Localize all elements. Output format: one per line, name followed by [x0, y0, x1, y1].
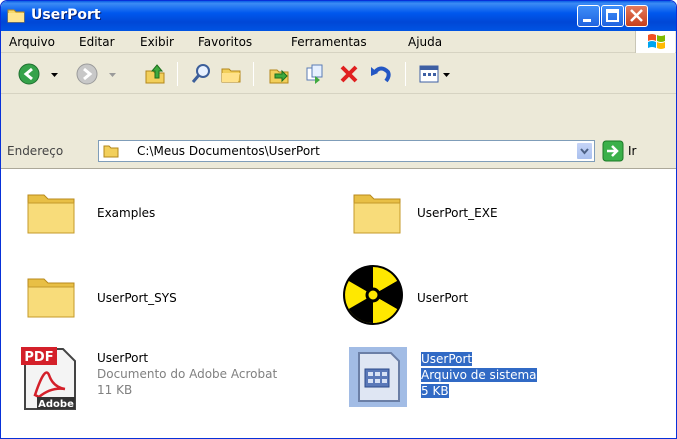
address-dropdown-button[interactable] — [576, 142, 593, 160]
file-item-userport-sys[interactable]: UserPort_SYS — [25, 269, 205, 325]
forward-icon[interactable] — [75, 62, 99, 86]
back-dropdown-icon[interactable] — [49, 62, 61, 86]
menu-bar: Arquivo Editar Exibir Favoritos Ferramen… — [1, 31, 676, 53]
toolbar-separator — [177, 62, 178, 86]
up-folder-icon[interactable] — [143, 62, 167, 86]
maximize-button[interactable] — [601, 5, 624, 27]
undo-icon[interactable] — [369, 62, 393, 86]
folders-icon[interactable] — [219, 62, 243, 86]
file-name: UserPort — [97, 351, 149, 365]
file-item-examples[interactable]: Examples — [25, 185, 185, 241]
file-list: Examples UserPort_EXE UserPort_SYS UserP… — [1, 169, 676, 438]
toolbar — [1, 54, 676, 94]
windows-flag-icon — [648, 34, 665, 49]
minimize-button[interactable] — [577, 5, 600, 27]
close-icon — [630, 9, 643, 22]
address-input[interactable]: C:\Meus Documentos\UserPort — [98, 140, 595, 162]
menu-editar[interactable]: Editar — [79, 35, 115, 49]
folder-icon — [27, 278, 75, 318]
forward-dropdown-icon[interactable] — [107, 62, 119, 86]
window-title: UserPort — [31, 7, 101, 23]
file-item-userport-exe-file[interactable]: UserPort — [341, 263, 541, 329]
file-name: UserPort — [421, 352, 473, 366]
delete-icon[interactable] — [337, 62, 361, 86]
system-file-icon — [349, 347, 407, 407]
menu-favoritos[interactable]: Favoritos — [198, 35, 252, 49]
toolbar-separator — [253, 62, 254, 86]
file-size: 11 KB — [97, 383, 133, 397]
adobe-brand-text: Adobe — [38, 399, 74, 410]
explorer-window: UserPort Arquivo Editar Exibir Favoritos… — [0, 0, 677, 439]
file-description: Documento do Adobe Acrobat — [97, 367, 278, 381]
file-description: Arquivo de sistema — [421, 368, 537, 382]
views-icon[interactable] — [417, 62, 453, 86]
file-size: 5 KB — [421, 384, 449, 398]
file-name: UserPort_EXE — [417, 206, 498, 220]
minimize-icon — [583, 19, 591, 22]
folder-icon — [103, 145, 119, 158]
search-icon[interactable] — [189, 62, 213, 86]
menu-arquivo[interactable]: Arquivo — [9, 35, 55, 49]
copy-to-icon[interactable] — [303, 62, 327, 86]
address-label: Endereço — [7, 144, 64, 158]
chevron-down-icon — [580, 148, 589, 155]
go-button[interactable] — [602, 140, 624, 162]
maximize-icon — [606, 9, 619, 22]
menu-ajuda[interactable]: Ajuda — [408, 35, 442, 49]
address-path: C:\Meus Documentos\UserPort — [137, 144, 320, 158]
pdf-file-icon: PDF Adobe — [21, 347, 76, 410]
move-to-icon[interactable] — [267, 62, 291, 86]
file-name: UserPort — [417, 291, 469, 305]
folder-icon — [27, 194, 75, 234]
windows-logo — [635, 31, 675, 53]
go-label[interactable]: Ir — [628, 144, 636, 158]
toolbar-separator — [405, 62, 406, 86]
address-bar: Endereço C:\Meus Documentos\UserPort Ir — [1, 135, 676, 169]
file-name: UserPort_SYS — [97, 291, 177, 305]
folder-icon — [353, 194, 401, 234]
folder-icon — [7, 9, 25, 23]
menu-ferramentas[interactable]: Ferramentas — [291, 35, 367, 49]
file-item-userport-sys-file[interactable]: UserPort Arquivo de sistema 5 KB — [349, 347, 561, 411]
back-icon[interactable] — [17, 62, 41, 86]
menu-exibir[interactable]: Exibir — [140, 35, 174, 49]
close-button[interactable] — [625, 5, 648, 27]
file-item-userport-pdf[interactable]: PDF Adobe UserPort Documento do Adobe Ac… — [19, 345, 339, 415]
file-item-userport-exe[interactable]: UserPort_EXE — [351, 185, 541, 241]
pdf-badge-text: PDF — [24, 350, 53, 365]
file-name: Examples — [97, 206, 156, 220]
title-bar[interactable]: UserPort — [1, 1, 676, 31]
radiation-icon — [343, 265, 403, 325]
